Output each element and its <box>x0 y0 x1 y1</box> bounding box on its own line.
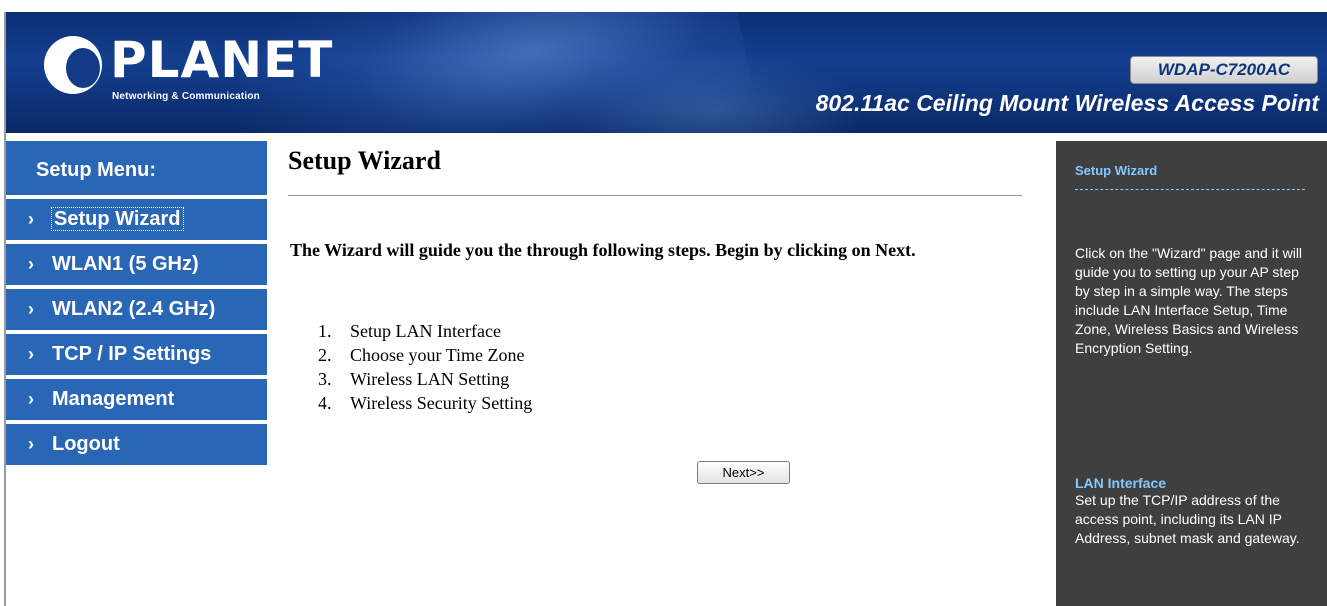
model-badge: WDAP-C7200AC <box>1130 56 1318 84</box>
menu-item-wlan1[interactable]: › WLAN1 (5 GHz) <box>6 244 267 285</box>
title-divider <box>288 195 1022 196</box>
top-strip <box>0 0 1327 12</box>
wizard-step: 4. Wireless Security Setting <box>318 393 533 413</box>
chevron-right-icon: › <box>28 254 34 274</box>
page-title: Setup Wizard <box>288 146 441 175</box>
help-title: Setup Wizard <box>1075 163 1158 178</box>
chevron-right-icon: › <box>28 434 34 454</box>
header-banner: PLANET Networking & Communication WDAP-C… <box>6 12 1327 133</box>
menu-item-tcp-ip-settings[interactable]: › TCP / IP Settings <box>6 334 267 375</box>
chevron-right-icon: › <box>28 389 34 409</box>
wizard-intro: The Wizard will guide you the through fo… <box>290 240 916 260</box>
logo-text: PLANET <box>110 31 334 89</box>
chevron-right-icon: › <box>28 299 34 319</box>
wizard-step: 2. Choose your Time Zone <box>318 345 525 365</box>
planet-logo-icon <box>44 36 102 94</box>
next-button[interactable]: Next>> <box>697 461 790 484</box>
menu-item-wlan2[interactable]: › WLAN2 (2.4 GHz) <box>6 289 267 330</box>
wizard-steps: 1. Setup LAN Interface 2. Choose your Time… <box>318 319 532 415</box>
help-divider <box>1075 189 1305 190</box>
setup-menu: Setup Menu: › Setup Wizard › WLAN1 (5 GHz)… <box>6 141 267 465</box>
menu-item-label: Setup Wizard <box>51 207 184 231</box>
menu-item-label: WLAN2 (2.4 GHz) <box>52 298 216 320</box>
menu-item-label: Management <box>52 388 175 410</box>
wizard-step: 3. Wireless LAN Setting <box>318 369 510 389</box>
wizard-step: 1. Setup LAN Interface <box>318 321 501 341</box>
help-panel: Setup Wizard Click on the "Wizard" page … <box>1056 141 1327 606</box>
logo-subtitle: Networking & Communication <box>112 91 260 102</box>
menu-item-label: WLAN1 (5 GHz) <box>52 253 199 275</box>
help-body: Click on the "Wizard" page and it will g… <box>1075 245 1303 356</box>
menu-title: Setup Menu: <box>6 141 267 195</box>
menu-item-label: TCP / IP Settings <box>52 343 212 365</box>
menu-item-label: Logout <box>52 433 120 455</box>
main-content: Setup Wizard The Wizard will guide you t… <box>288 141 1022 484</box>
help-section-body: Set up the TCP/IP address of the access … <box>1075 492 1300 546</box>
planet-logo: PLANET Networking & Communication <box>36 28 332 118</box>
menu-item-setup-wizard[interactable]: › Setup Wizard <box>6 199 267 240</box>
chevron-right-icon: › <box>28 209 34 229</box>
menu-item-management[interactable]: › Management <box>6 379 267 420</box>
menu-item-logout[interactable]: › Logout <box>6 424 267 465</box>
chevron-right-icon: › <box>28 344 34 364</box>
help-section-title: LAN Interface <box>1075 475 1167 491</box>
product-title: 802.11ac Ceiling Mount Wireless Access P… <box>815 90 1319 116</box>
